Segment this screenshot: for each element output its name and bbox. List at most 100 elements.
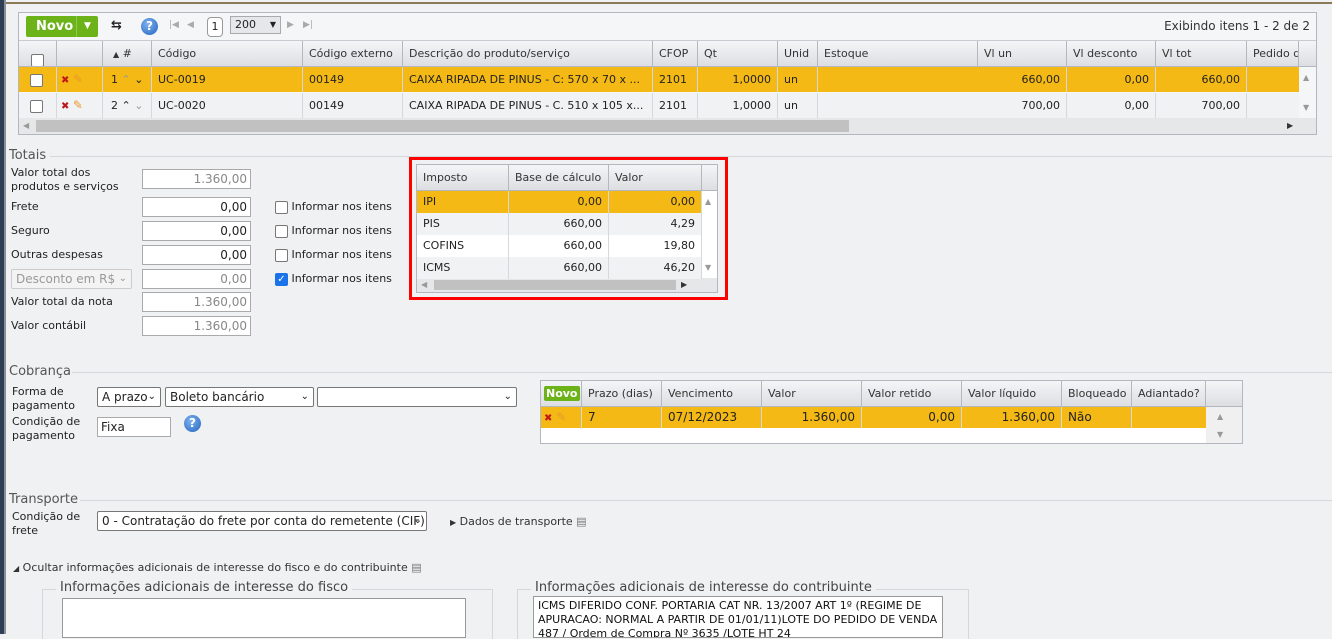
- column-header[interactable]: Pedido de: [1247, 41, 1299, 67]
- field-input[interactable]: 1.360,00: [142, 316, 251, 336]
- refresh-icon[interactable]: ⇆: [111, 18, 122, 33]
- delete-icon[interactable]: ✖: [544, 413, 552, 424]
- column-header[interactable]: Prazo (dias): [582, 381, 662, 407]
- move-down-icon[interactable]: ⌄: [134, 99, 143, 112]
- scroll-down-icon[interactable]: ▼: [705, 263, 711, 272]
- field-input[interactable]: 0,00: [142, 197, 251, 217]
- new-item-button[interactable]: Novo ▼: [26, 16, 98, 37]
- field-input[interactable]: 1.360,00: [142, 292, 251, 312]
- row-checkbox[interactable]: [30, 73, 43, 87]
- column-header[interactable]: Valor retido: [862, 381, 962, 407]
- column-header[interactable]: Código: [152, 41, 303, 67]
- last-page-icon[interactable]: ▶|: [303, 20, 313, 30]
- next-page-icon[interactable]: ▶: [287, 20, 294, 30]
- column-header[interactable]: Vl un: [978, 41, 1067, 67]
- row-checkbox[interactable]: [30, 99, 43, 113]
- cell-vlun: 660,00: [978, 67, 1067, 92]
- column-header[interactable]: Adiantado?: [1132, 381, 1206, 407]
- scrollbar-thumb[interactable]: [434, 280, 676, 290]
- column-header[interactable]: Valor: [609, 165, 702, 191]
- informar-nos-itens-checkbox[interactable]: ✓ Informar nos itens: [275, 272, 392, 286]
- field-input[interactable]: 0,00: [142, 269, 251, 289]
- edit-icon[interactable]: ✎: [556, 410, 566, 424]
- scroll-up-icon[interactable]: ▲: [1303, 73, 1309, 82]
- informar-nos-itens-checkbox[interactable]: Informar nos itens: [275, 248, 392, 262]
- move-up-icon[interactable]: ⌃: [122, 99, 131, 112]
- column-header[interactable]: Unid: [778, 41, 818, 67]
- impostos-horizontal-scrollbar[interactable]: ◀ ▶: [417, 278, 717, 292]
- prev-page-icon[interactable]: ◀: [187, 20, 194, 30]
- scroll-down-icon[interactable]: ▼: [1303, 103, 1309, 112]
- scroll-down-icon[interactable]: ▼: [1217, 430, 1223, 439]
- page-size-select[interactable]: 200 ▼: [230, 16, 281, 34]
- scroll-right-icon[interactable]: ▶: [681, 280, 687, 289]
- cell: 660,00: [509, 235, 609, 257]
- condicao-frete-select[interactable]: 0 - Contratação do frete por conta do re…: [97, 511, 427, 531]
- column-header[interactable]: Qt: [698, 41, 778, 67]
- checkbox[interactable]: [275, 248, 288, 262]
- column-header[interactable]: Base de cálculo: [509, 165, 609, 191]
- move-up-icon[interactable]: ⌃: [122, 73, 131, 86]
- forma-extra-select[interactable]: ⌄: [317, 387, 517, 407]
- scroll-up-icon[interactable]: ▲: [705, 197, 711, 206]
- cell: 660,00: [509, 213, 609, 235]
- new-parcela-button[interactable]: Novo: [544, 386, 580, 401]
- table-row[interactable]: COFINS 660,00 19,80: [417, 235, 702, 257]
- table-row[interactable]: ICMS 660,00 46,20: [417, 257, 702, 279]
- column-header[interactable]: ▲ #: [103, 41, 152, 67]
- column-header[interactable]: Vl desconto: [1067, 41, 1156, 67]
- column-header[interactable]: Vencimento: [662, 381, 762, 407]
- forma-tipo-select[interactable]: Boleto bancário ⌄: [165, 387, 314, 407]
- scroll-right-icon[interactable]: ▶: [1287, 121, 1293, 130]
- first-page-icon[interactable]: |◀: [169, 20, 179, 30]
- column-header[interactable]: CFOP: [653, 41, 698, 67]
- column-header[interactable]: Descrição do produto/serviço: [403, 41, 653, 67]
- informar-nos-itens-checkbox[interactable]: Informar nos itens: [275, 200, 392, 214]
- dados-transporte-link[interactable]: ▶ Dados de transporte ▤: [450, 515, 587, 528]
- scroll-up-icon[interactable]: ▲: [1217, 412, 1223, 421]
- contribuinte-textarea[interactable]: ICMS DIFERIDO CONF. PORTARIA CAT NR. 13/…: [533, 596, 943, 638]
- cell: PIS: [417, 213, 509, 235]
- help-icon[interactable]: ?: [184, 415, 201, 432]
- table-row[interactable]: ✖ ✎ 7 07/12/2023 1.360,00 0,00 1.360,00 Não: [541, 407, 1206, 429]
- column-header[interactable]: Código externo: [303, 41, 403, 67]
- field-input[interactable]: 1.360,00: [142, 169, 251, 189]
- move-down-icon[interactable]: ⌄: [134, 73, 143, 86]
- edit-icon[interactable]: ✎: [73, 72, 83, 86]
- select-all-checkbox[interactable]: [31, 53, 44, 66]
- condicao-pagamento-input[interactable]: Fixa: [97, 417, 171, 437]
- table-row[interactable]: IPI 0,00 0,00: [417, 191, 702, 213]
- informar-nos-itens-checkbox[interactable]: Informar nos itens: [275, 224, 392, 238]
- forma-prazo-value: A prazo: [102, 390, 148, 404]
- chevron-down-icon[interactable]: ▼: [76, 16, 98, 37]
- column-header[interactable]: Vl tot: [1156, 41, 1247, 67]
- horizontal-scrollbar[interactable]: ◀ ▶: [19, 118, 1316, 134]
- field-input[interactable]: 0,00: [142, 221, 251, 241]
- forma-prazo-select[interactable]: A prazo ⌄: [97, 387, 161, 407]
- table-row[interactable]: PIS 660,00 4,29: [417, 213, 702, 235]
- desconto-type-select[interactable]: Desconto em R$ ⌄: [11, 269, 132, 289]
- delete-icon[interactable]: ✖: [61, 101, 69, 112]
- field-input[interactable]: 0,00: [142, 245, 251, 265]
- column-header[interactable]: Valor líquido: [962, 381, 1062, 407]
- table-row[interactable]: ✖ ✎ 2 ⌃ ⌄ UC-0020 00149 CAIXA RIPADA DE PINU…: [19, 93, 1299, 119]
- column-header[interactable]: Imposto: [417, 165, 509, 191]
- scrollbar-thumb[interactable]: [36, 120, 849, 132]
- table-row[interactable]: ✖ ✎ 1 ⌃ ⌄ UC-0019 00149 CAIXA RIPADA DE PINU…: [19, 67, 1299, 93]
- checkbox[interactable]: ✓: [275, 272, 288, 286]
- column-header[interactable]: Estoque: [818, 41, 978, 67]
- column-header[interactable]: Valor: [762, 381, 862, 407]
- delete-icon[interactable]: ✖: [61, 75, 69, 86]
- scroll-left-icon[interactable]: ◀: [23, 121, 29, 130]
- checkbox[interactable]: [275, 200, 288, 214]
- toggle-adicionais-link[interactable]: ◢ Ocultar informações adicionais de inte…: [13, 561, 422, 574]
- help-icon[interactable]: ?: [141, 18, 158, 35]
- edit-icon[interactable]: ✎: [73, 98, 83, 112]
- checkbox[interactable]: [275, 224, 288, 238]
- page-input[interactable]: 1: [207, 17, 223, 37]
- parcelas-vertical-scrollbar[interactable]: [1206, 407, 1242, 443]
- row-actions: ✖ ✎: [57, 67, 103, 93]
- fisco-textarea[interactable]: [62, 598, 466, 638]
- scroll-left-icon[interactable]: ◀: [421, 280, 427, 289]
- column-header[interactable]: Bloqueado: [1062, 381, 1132, 407]
